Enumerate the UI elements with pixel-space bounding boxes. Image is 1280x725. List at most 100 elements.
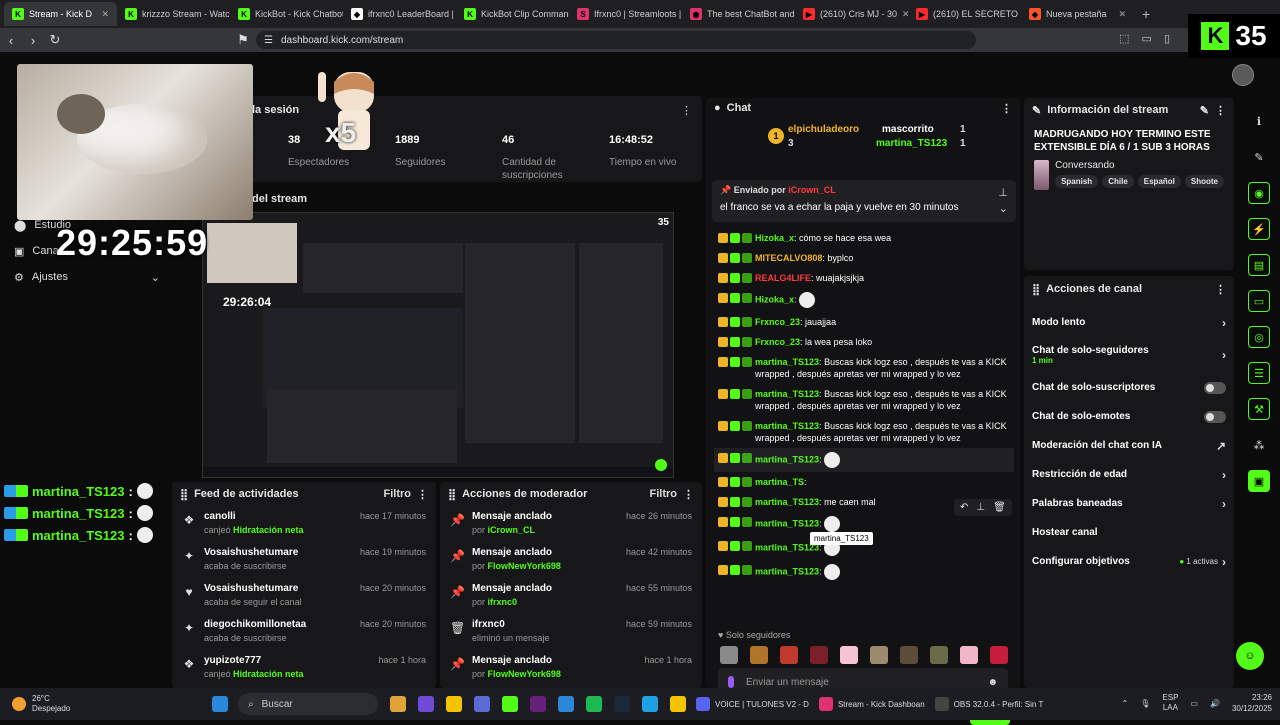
edge-icon[interactable] xyxy=(642,696,658,712)
chat-username[interactable]: REALG4LIFE xyxy=(755,273,811,283)
store-icon[interactable] xyxy=(558,696,574,712)
more-icon[interactable]: ⋮ xyxy=(681,104,692,117)
list-item[interactable]: ❖ canolli canjeó Hidratación neta hace 17 m… xyxy=(172,506,436,542)
more-icon[interactable]: ⋮ xyxy=(683,488,694,501)
leader-name[interactable]: elpichuladeoro xyxy=(788,124,859,135)
list-item[interactable]: 📌 Mensaje anclado por iCrown_CL hace 26 min… xyxy=(440,506,702,542)
network-icon[interactable]: ▭ xyxy=(1190,699,1198,708)
taskbar-app[interactable]: VOICE | TULONES V2 - D xyxy=(696,697,809,711)
kick-icon[interactable] xyxy=(502,696,518,712)
extension-icon[interactable]: ⬚ xyxy=(1119,32,1129,45)
mic-icon[interactable]: 🎙 xyxy=(1140,699,1150,708)
folder-icon[interactable] xyxy=(446,696,462,712)
close-icon[interactable]: ✕ xyxy=(1118,9,1126,20)
chat-username[interactable]: martina_TS123 xyxy=(755,421,819,431)
clock[interactable]: 23:26 30/12/2025 xyxy=(1232,692,1272,714)
emote-icon[interactable] xyxy=(900,646,918,664)
site-info-icon[interactable]: ☰ xyxy=(264,35,273,46)
chat-message[interactable]: martina_TS: xyxy=(714,472,1014,492)
chat-message[interactable]: Hizoka_x: xyxy=(714,288,1014,312)
list-item[interactable]: ♥ Vosaishushetumare acaba de seguir el can… xyxy=(172,578,436,614)
users-icon[interactable]: ⁂ xyxy=(1248,434,1270,456)
tag-chip[interactable]: Spanish xyxy=(1055,175,1099,188)
spotify-icon[interactable] xyxy=(586,696,602,712)
edit-icon[interactable]: ✎ xyxy=(1200,104,1209,117)
chat-username[interactable]: MITECALVO808 xyxy=(755,253,822,263)
explorer-icon[interactable] xyxy=(670,696,686,712)
chevron-down-icon[interactable]: ⌄ xyxy=(999,202,1008,215)
steam-icon[interactable] xyxy=(614,696,630,712)
list-item[interactable]: ❖ yupizote777 canjeó Hidratación neta hace … xyxy=(172,650,436,686)
url-field[interactable]: ☰ dashboard.kick.com/stream xyxy=(256,31,976,49)
pin-icon[interactable]: ⊥ xyxy=(976,502,985,513)
language-indicator[interactable]: ESP LAA xyxy=(1162,693,1178,713)
toggle-switch[interactable] xyxy=(1204,381,1226,394)
list-item[interactable]: 📌 Mensaje anclado por ifrxnc0 hace 55 minut… xyxy=(440,578,702,614)
emote-icon[interactable] xyxy=(930,646,948,664)
camera-icon[interactable]: ◉ xyxy=(1248,182,1270,204)
avatar[interactable] xyxy=(1232,64,1254,86)
lightning-icon[interactable]: ⚡ xyxy=(1248,218,1270,240)
channel-action-item[interactable]: Moderación del chat con IA ↗ xyxy=(1024,431,1234,460)
sidebar-item-settings[interactable]: ⚙ Ajustes ⌄ xyxy=(8,264,168,290)
browser-tab[interactable]: ◆ifrxnc0 LeaderBoard |✕ xyxy=(343,2,456,26)
chat-username[interactable]: Hizoka_x xyxy=(755,294,794,304)
chat-message[interactable]: Frxnco_23: jauajjaa xyxy=(714,312,1014,332)
filter-button[interactable]: Filtro xyxy=(384,488,412,500)
broadcast-icon[interactable]: ◎ xyxy=(1248,326,1270,348)
unpin-icon[interactable]: ⊥ xyxy=(998,186,1008,199)
mic-icon[interactable] xyxy=(728,676,734,688)
taskbar-app[interactable]: OBS 32.0.4 - Perfil: Sin T xyxy=(934,697,1043,711)
chat-username[interactable]: martina_TS123 xyxy=(755,518,819,528)
wrench-icon[interactable]: ⚒ xyxy=(1248,398,1270,420)
volume-icon[interactable]: 🔊 xyxy=(1210,699,1220,708)
taskbar-app[interactable]: Stream - Kick Dashboan xyxy=(818,697,925,711)
filter-button[interactable]: Filtro xyxy=(650,488,678,500)
tag-chip[interactable]: Chile xyxy=(1102,175,1134,188)
list-item[interactable]: 📌 Mensaje anclado por FlowNewYork698 hace 1… xyxy=(440,650,702,686)
channel-action-item[interactable]: Configurar objetivos ● 1 activas › xyxy=(1024,547,1234,576)
grip-icon[interactable]: ⣿ xyxy=(448,488,456,501)
channel-action-item[interactable]: Palabras baneadas › xyxy=(1024,489,1234,518)
browser-tab[interactable]: K Stream - Kick D ✕ xyxy=(4,2,117,26)
grip-icon[interactable]: ⣿ xyxy=(1032,283,1040,296)
chat-username[interactable]: Frxnco_23 xyxy=(755,337,800,347)
chat-username[interactable]: martina_TS xyxy=(755,477,804,487)
channel-action-item[interactable]: Hostear canal xyxy=(1024,518,1234,547)
browser-tab[interactable]: ▶(2610) EL SECRETO FIN✕ xyxy=(908,2,1021,26)
taskbar-search[interactable]: ⌕ Buscar xyxy=(238,693,378,715)
emote-icon[interactable] xyxy=(780,646,798,664)
stream-preview[interactable]: 29:26:04 35 xyxy=(202,212,674,478)
list-item[interactable]: 🗑 ifrxnc0 eliminó un mensaje hace 59 minuto… xyxy=(440,614,702,650)
app-icon[interactable] xyxy=(390,696,406,712)
chat-message[interactable]: Hizoka_x: cómo se hace esa wea xyxy=(714,228,1014,248)
emoji-icon[interactable]: ☻ xyxy=(987,677,998,688)
browser-tab[interactable]: ◉The best ChatBot and✕ xyxy=(682,2,795,26)
app-icon[interactable]: ▣ xyxy=(1248,470,1270,492)
channel-action-item[interactable]: Modo lento › xyxy=(1024,308,1234,337)
document-icon[interactable]: ▤ xyxy=(1248,254,1270,276)
edit-icon[interactable]: ✎ xyxy=(1248,146,1270,168)
tag-chip[interactable]: Shoote xyxy=(1184,175,1224,188)
cast-icon[interactable]: ▭ xyxy=(1142,32,1152,45)
list-item[interactable]: 📌 Mensaje anclado por FlowNewYork698 hace 4… xyxy=(440,542,702,578)
grip-icon[interactable]: ⣿ xyxy=(180,488,188,501)
more-icon[interactable]: ⋮ xyxy=(417,488,428,501)
tag-chip[interactable]: Español xyxy=(1137,175,1181,188)
browser-tab[interactable]: ▶ (2610) Cris MJ - 30 ✕ xyxy=(795,2,908,26)
delete-icon[interactable]: 🗑 xyxy=(993,502,1006,513)
chat-message[interactable]: REALG4LIFE: wuajakjsjkja xyxy=(714,268,1014,288)
more-icon[interactable]: ⋮ xyxy=(1215,104,1226,117)
info-icon[interactable]: ℹ xyxy=(1248,110,1270,132)
back-icon[interactable]: ‹ xyxy=(0,33,22,48)
chat-message[interactable]: martina_TS123: Buscas kick logz eso , de… xyxy=(714,384,1014,416)
chat-username[interactable]: martina_TS123 xyxy=(755,389,819,399)
emote-icon[interactable] xyxy=(750,646,768,664)
reply-icon[interactable]: ↶ xyxy=(960,502,968,513)
emote-icon[interactable] xyxy=(960,646,978,664)
channel-action-item[interactable]: Restricción de edad › xyxy=(1024,460,1234,489)
leader-name[interactable]: martina_TS123 xyxy=(876,138,947,149)
list-item[interactable]: ✦ diegochikomillonetaa acaba de suscribirs… xyxy=(172,614,436,650)
support-button[interactable]: ☺ xyxy=(1236,642,1264,670)
emote-icon[interactable] xyxy=(870,646,888,664)
